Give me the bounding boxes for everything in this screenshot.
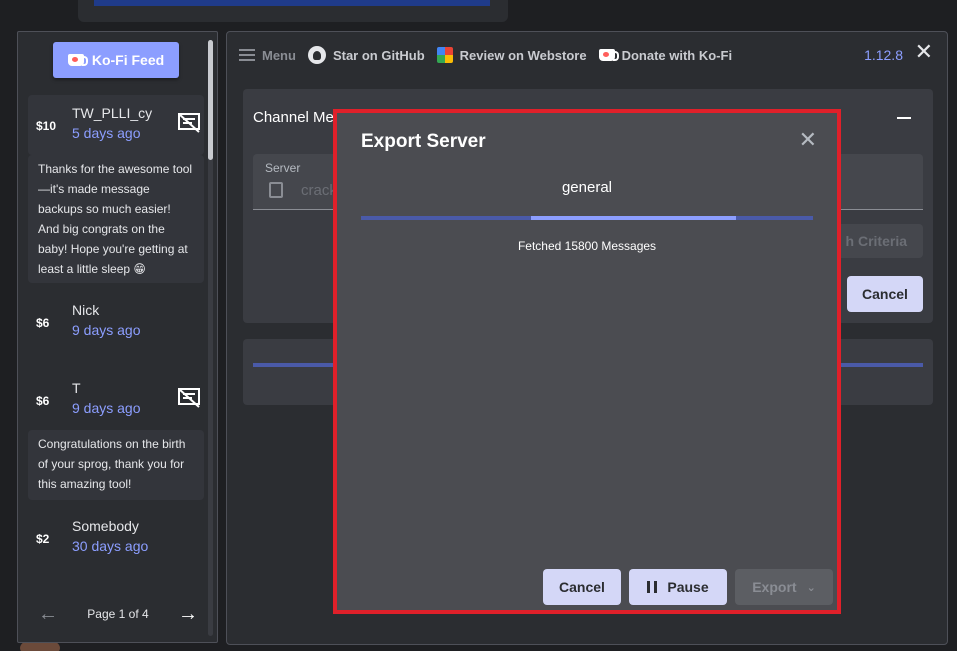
pause-label: Pause	[667, 579, 709, 595]
pause-button[interactable]: Pause	[629, 569, 727, 605]
export-progress-bar	[361, 216, 813, 220]
donation-item: $10 TW_PLLI_cy 5 days ago	[28, 95, 204, 155]
github-label: Star on GitHub	[332, 47, 425, 63]
donation-amount: $6	[36, 316, 50, 330]
donation-item: $6 Nick 9 days ago	[28, 294, 204, 350]
close-icon[interactable]: ✕	[799, 127, 817, 153]
donation-amount: $2	[36, 532, 50, 546]
export-modal-highlight: Export Server ✕ general Fetched 15800 Me…	[333, 109, 841, 614]
background-cancel-button[interactable]: Cancel	[847, 276, 923, 312]
hamburger-icon	[239, 49, 255, 61]
kofi-feed-label: Ko-Fi Feed	[91, 52, 165, 68]
current-channel: general	[561, 179, 613, 196]
github-link[interactable]: Star on GitHub	[307, 46, 425, 64]
cancel-label: Cancel	[559, 579, 605, 595]
donation-time: 9 days ago	[72, 400, 141, 416]
export-status: Fetched 15800 Messages	[517, 239, 657, 253]
donation-message: Thanks for the awesome tool—it's made me…	[28, 155, 204, 283]
donate-label: Donate with Ko-Fi	[621, 47, 733, 63]
export-server-modal: Export Server ✕ general Fetched 15800 Me…	[341, 117, 833, 606]
donation-name: T	[72, 380, 81, 396]
donation-amount: $10	[36, 119, 57, 133]
kofi-scrollbar[interactable]	[208, 40, 213, 636]
scrollbar-thumb[interactable]	[208, 40, 213, 160]
modal-title: Export Server	[361, 131, 486, 152]
kofi-cup-icon	[67, 54, 88, 66]
background-top-strip	[78, 0, 508, 22]
page-indicator: Page 1 of 4	[87, 607, 149, 621]
github-icon	[307, 46, 326, 64]
menu-button[interactable]: Menu	[239, 48, 296, 63]
message-off-icon[interactable]	[178, 113, 200, 133]
menu-label: Menu	[262, 47, 296, 63]
server-label: Server	[265, 161, 301, 175]
copy-icon[interactable]	[269, 182, 283, 198]
channel-card-title: Channel Me	[253, 109, 334, 126]
webstore-label: Review on Webstore	[459, 47, 587, 63]
donation-item: $2 Somebody 30 days ago	[28, 510, 204, 566]
version-label: 1.12.8	[864, 47, 903, 63]
donate-link[interactable]: Donate with Ko-Fi	[598, 47, 733, 63]
minimize-icon[interactable]	[897, 117, 911, 119]
next-page-arrow-icon[interactable]: →	[178, 603, 198, 626]
message-off-icon[interactable]	[178, 388, 200, 408]
close-icon[interactable]: ✕	[915, 39, 933, 65]
export-label: Export	[752, 579, 797, 595]
webstore-link[interactable]: Review on Webstore	[436, 47, 587, 63]
donation-name: Somebody	[72, 518, 139, 534]
background-banner	[94, 0, 490, 6]
donation-time: 9 days ago	[72, 322, 141, 338]
kofi-cup-icon	[598, 49, 619, 61]
cancel-button[interactable]: Cancel	[543, 569, 621, 605]
kofi-feed-button[interactable]: Ko-Fi Feed	[53, 42, 179, 78]
progress-fill	[530, 216, 737, 220]
donation-amount: $6	[36, 394, 50, 408]
server-value: crack	[301, 182, 337, 199]
donation-name: Nick	[72, 302, 100, 318]
donation-item: $6 T 9 days ago	[28, 372, 204, 428]
donation-time: 30 days ago	[72, 538, 149, 554]
donation-name: TW_PLLI_cy	[72, 105, 153, 121]
kofi-pager: ← Page 1 of 4 →	[38, 602, 198, 626]
kofi-feed-panel: Ko-Fi Feed $10 TW_PLLI_cy 5 days ago Tha…	[17, 31, 218, 643]
pause-icon	[647, 581, 658, 593]
toolbar: Menu Star on GitHub Review on Webstore D…	[227, 39, 947, 68]
chevron-down-icon[interactable]: ⌄	[807, 581, 816, 594]
donation-message: Congratulations on the birth of your spr…	[28, 430, 204, 500]
webstore-icon	[436, 47, 453, 63]
export-button[interactable]: Export ⌄	[735, 569, 833, 605]
donation-time: 5 days ago	[72, 125, 141, 141]
previous-page-arrow-icon[interactable]: ←	[38, 603, 58, 626]
